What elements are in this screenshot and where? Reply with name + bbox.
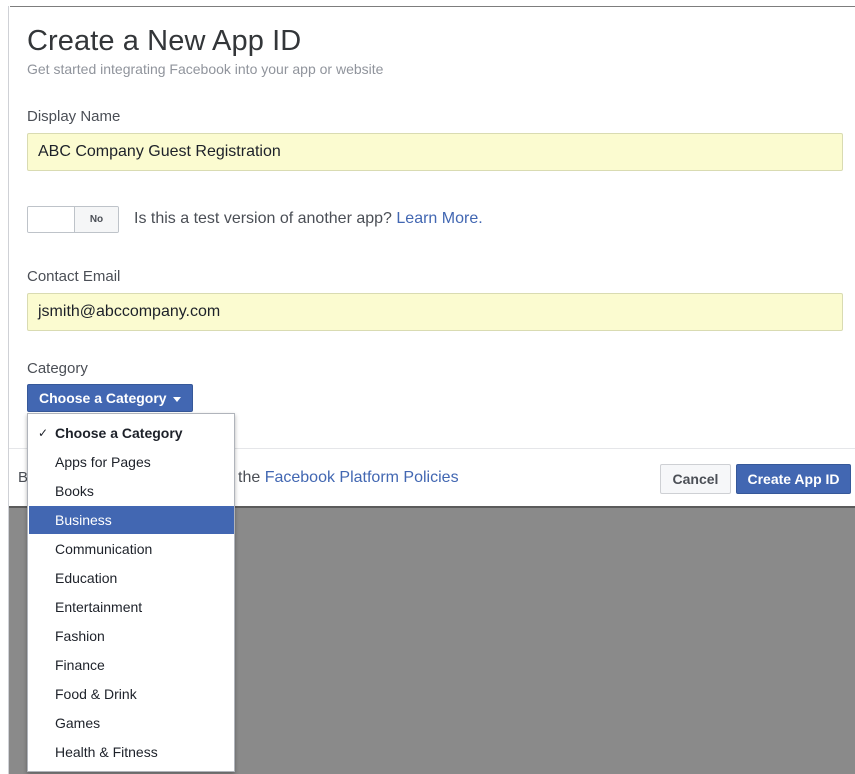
cancel-button[interactable]: Cancel — [660, 464, 731, 494]
category-option[interactable]: Education — [29, 564, 234, 592]
create-app-id-button[interactable]: Create App ID — [736, 464, 851, 494]
category-option-label: Choose a Category — [55, 425, 183, 441]
contact-email-label: Contact Email — [27, 268, 121, 285]
category-option[interactable]: Food & Drink — [29, 680, 234, 708]
caret-down-icon — [172, 396, 181, 402]
category-option[interactable]: Games — [29, 709, 234, 737]
choose-category-button[interactable]: Choose a Category — [27, 384, 193, 412]
toggle-knob — [28, 207, 75, 232]
footer-policy-prefix: the — [238, 469, 261, 486]
category-option[interactable]: Health & Fitness — [29, 738, 234, 766]
learn-more-link[interactable]: Learn More. — [396, 210, 482, 227]
category-dropdown-menu: ✓ Choose a Category Apps for Pages Books… — [27, 413, 235, 772]
check-icon: ✓ — [38, 426, 49, 440]
contact-email-field[interactable]: jsmith@abccompany.com — [27, 293, 843, 331]
choose-category-label: Choose a Category — [39, 390, 167, 406]
footer-policy-text: the Facebook Platform Policies — [238, 469, 459, 487]
category-label: Category — [27, 360, 88, 377]
toggle-state-label: No — [75, 207, 118, 232]
category-option[interactable]: Books — [29, 477, 234, 505]
dialog-title: Create a New App ID — [27, 25, 302, 57]
display-name-field[interactable]: ABC Company Guest Registration — [27, 133, 843, 171]
category-option[interactable]: Communication — [29, 535, 234, 563]
category-option[interactable]: Finance — [29, 651, 234, 679]
test-version-toggle[interactable]: No — [27, 206, 119, 233]
dialog-subtitle: Get started integrating Facebook into yo… — [27, 61, 384, 77]
category-option[interactable]: ✓ Choose a Category — [29, 419, 234, 447]
category-option[interactable]: Entertainment — [29, 593, 234, 621]
category-option[interactable]: Business — [29, 506, 234, 534]
category-option[interactable]: Fashion — [29, 622, 234, 650]
display-name-label: Display Name — [27, 108, 121, 125]
test-version-question: Is this a test version of another app? L… — [134, 210, 483, 228]
platform-policies-link[interactable]: Facebook Platform Policies — [265, 469, 459, 486]
test-version-question-text: Is this a test version of another app? — [134, 210, 392, 227]
category-option[interactable]: Apps for Pages — [29, 448, 234, 476]
